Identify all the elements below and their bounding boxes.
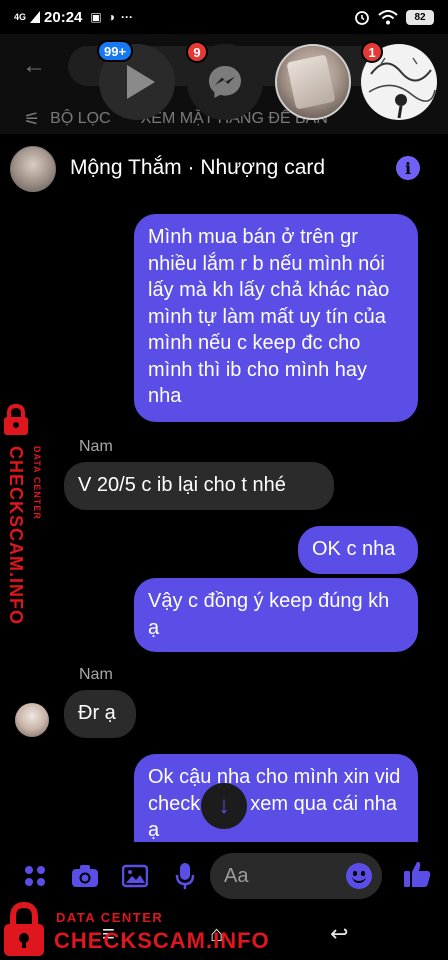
message-composer: Aa (0, 843, 448, 907)
svg-text:CHECKSCAM.INFO: CHECKSCAM.INFO (6, 446, 26, 625)
side-watermark: DATA CENTER CHECKSCAM.INFO (0, 400, 46, 640)
arrow-down-icon: ↓ (218, 792, 230, 819)
message-bubble-outgoing[interactable]: OK c nha (298, 526, 418, 574)
chat-avatar[interactable] (10, 146, 56, 192)
microphone-icon[interactable] (170, 861, 200, 891)
battery-icon: 82 (406, 9, 434, 25)
lock-logo-icon (4, 404, 28, 435)
back-arrow-icon: ← (22, 52, 46, 79)
sender-name: Nam (79, 666, 113, 683)
photo-card-image (286, 54, 336, 110)
sliders-icon: ⚟ (24, 108, 41, 129)
message-bubble-outgoing[interactable]: Mình mua bán ở trên gr nhiều lắm r b nếu… (134, 214, 418, 422)
chat-title[interactable]: Mộng Thắm · Nhượng card (70, 156, 325, 180)
play-icon (127, 65, 155, 99)
network-type: 4G (14, 11, 27, 22)
wifi-icon (378, 10, 398, 25)
thumbs-up-icon[interactable] (400, 857, 434, 891)
image-notif-icon: ▣ (90, 10, 102, 24)
alarm-icon (355, 11, 369, 25)
message-input-placeholder: Aa (224, 865, 249, 887)
grid-icon[interactable] (20, 861, 50, 891)
message-bubble-incoming[interactable]: Đr ạ (64, 690, 136, 738)
lock-logo-icon (4, 902, 44, 956)
camera-icon[interactable] (70, 861, 100, 891)
watermark-brand: CHECKSCAM.INFO (54, 928, 270, 953)
more-dots-icon: ··· (120, 10, 133, 24)
messenger-chat-badge: 9 (186, 41, 208, 63)
message-bubble-incoming[interactable]: V 20/5 c ib lại cho t nhé (64, 462, 334, 510)
clock-time: 20:24 (44, 8, 83, 26)
video-chat-badge: 99+ (97, 40, 134, 62)
message-bubble-outgoing[interactable]: Vậy c đồng ý keep đúng kh ạ (134, 578, 418, 652)
signal-icon (30, 11, 41, 23)
message-input[interactable]: Aa (210, 853, 382, 899)
contact-chat-head[interactable] (275, 44, 351, 120)
status-right: 82 (354, 9, 434, 25)
message-bubble-outgoing[interactable]: Ok cậu nha cho mình xin vid check card x… (134, 754, 418, 842)
messenger-icon (209, 66, 241, 98)
info-icon[interactable]: i (396, 156, 420, 180)
status-bar: 4G 20:24 ▣ ◑ ··· 82 (0, 0, 448, 34)
filter-label: BỘ LỌC (50, 110, 111, 127)
watermark-data-center: DATA CENTER (56, 910, 164, 925)
sender-avatar[interactable] (15, 703, 49, 737)
app-notif-icon: ◑ (107, 10, 115, 24)
chat-header: Mộng Thắm · Nhượng card i (0, 134, 448, 202)
pattern-chat-badge: 1 (361, 41, 383, 63)
scroll-to-bottom-button[interactable]: ↓ (201, 783, 247, 829)
sender-name: Nam (79, 438, 113, 455)
side-watermark-text: DATA CENTER CHECKSCAM.INFO (6, 446, 42, 625)
svg-text:DATA CENTER: DATA CENTER (32, 446, 42, 520)
bottom-watermark: DATA CENTER CHECKSCAM.INFO (0, 902, 448, 960)
gallery-icon[interactable] (120, 861, 150, 891)
emoji-icon[interactable] (346, 863, 372, 889)
